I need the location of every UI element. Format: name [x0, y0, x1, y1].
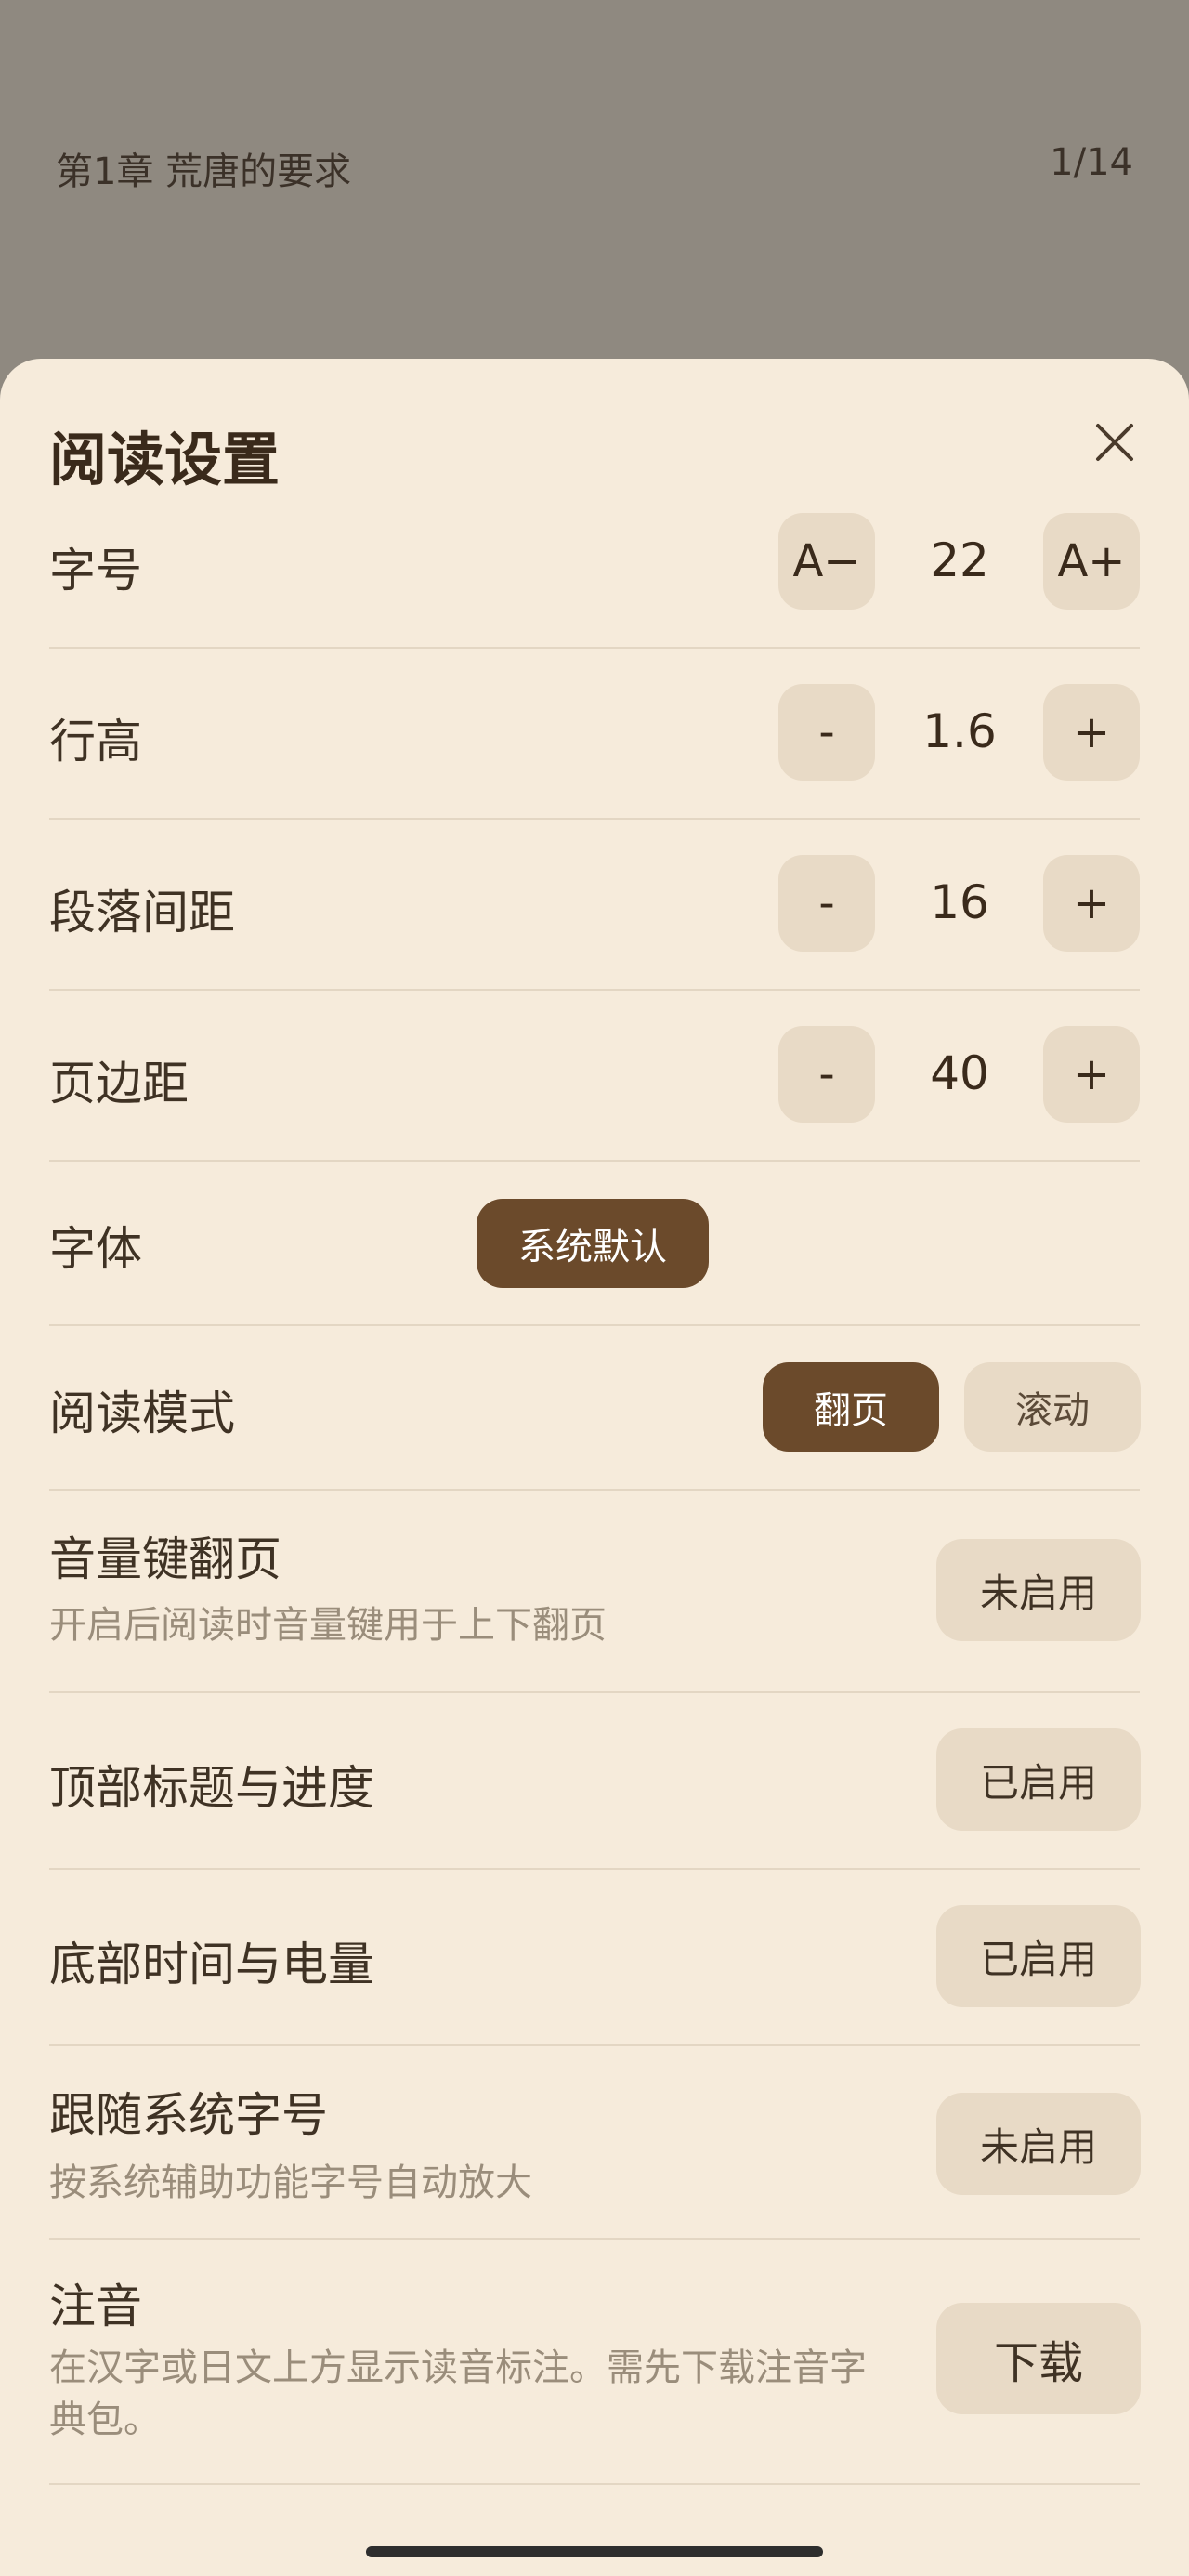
page-margin-decrease-button[interactable]: -: [778, 1026, 875, 1123]
bottom-time-row: 底部时间与电量 已启用: [49, 1870, 1141, 2046]
follow-system-font-toggle[interactable]: 未启用: [936, 2093, 1141, 2195]
line-height-row: 行高 - 1.6 +: [49, 649, 1140, 820]
home-indicator: [366, 2546, 823, 2557]
line-height-label: 行高: [49, 715, 142, 769]
font-size-value: 22: [930, 533, 989, 587]
top-title-row: 顶部标题与进度 已启用: [49, 1693, 1141, 1870]
follow-system-font-description: 按系统辅助功能字号自动放大: [49, 2162, 532, 2204]
line-height-value: 1.6: [922, 704, 997, 758]
paragraph-spacing-decrease-button[interactable]: -: [778, 855, 875, 952]
page-margin-row: 页边距 - 40 +: [49, 991, 1140, 1162]
line-height-decrease-button[interactable]: -: [778, 684, 875, 781]
paragraph-spacing-value: 16: [930, 875, 989, 929]
font-option-system-default[interactable]: 系统默认: [477, 1199, 709, 1288]
top-title-label: 顶部标题与进度: [49, 1761, 374, 1815]
page-margin-value: 40: [930, 1046, 989, 1100]
phonetic-description: 在汉字或日文上方显示读音标注。需先下载注音字典包。: [49, 2346, 867, 2441]
volume-key-description: 开启后阅读时音量键用于上下翻页: [49, 1604, 607, 1647]
font-size-increase-button[interactable]: A+: [1043, 513, 1140, 610]
follow-system-font-row: 跟随系统字号 按系统辅助功能字号自动放大 未启用: [49, 2046, 1141, 2240]
bottom-time-label: 底部时间与电量: [49, 1938, 374, 1991]
font-row: 字体 系统默认: [49, 1162, 1140, 1326]
phonetic-row: 注音 在汉字或日文上方显示读音标注。需先下载注音字典包。 下载: [49, 2240, 1141, 2485]
page-margin-label: 页边距: [49, 1057, 189, 1111]
paragraph-spacing-increase-button[interactable]: +: [1043, 855, 1140, 952]
font-size-label: 字号: [49, 544, 142, 598]
reading-settings-sheet: 阅读设置 字号 A− 22 A+ 行高 - 1.6 + 段落间距 - 16 + …: [0, 359, 1189, 2576]
phonetic-download-button[interactable]: 下载: [936, 2303, 1141, 2414]
follow-system-font-label: 跟随系统字号: [49, 2088, 328, 2142]
paragraph-spacing-row: 段落间距 - 16 +: [49, 820, 1140, 991]
reading-mode-row: 阅读模式 翻页 滚动: [49, 1326, 1141, 1491]
reading-mode-page-turn[interactable]: 翻页: [763, 1362, 939, 1452]
chapter-title: 第1章 荒唐的要求: [56, 151, 352, 193]
close-icon[interactable]: [1087, 414, 1143, 470]
line-height-increase-button[interactable]: +: [1043, 684, 1140, 781]
font-size-row: 字号 A− 22 A+: [49, 478, 1140, 649]
font-size-decrease-button[interactable]: A−: [778, 513, 875, 610]
volume-key-toggle[interactable]: 未启用: [936, 1539, 1141, 1641]
top-title-toggle[interactable]: 已启用: [936, 1728, 1141, 1831]
reading-mode-scroll[interactable]: 滚动: [964, 1362, 1141, 1452]
page-margin-increase-button[interactable]: +: [1043, 1026, 1140, 1123]
volume-key-row: 音量键翻页 开启后阅读时音量键用于上下翻页 未启用: [49, 1491, 1141, 1693]
page-indicator: 1/14: [1050, 141, 1133, 184]
reading-mode-label: 阅读模式: [49, 1387, 235, 1440]
font-label: 字体: [49, 1222, 142, 1276]
bottom-time-toggle[interactable]: 已启用: [936, 1905, 1141, 2007]
volume-key-label: 音量键翻页: [49, 1532, 281, 1586]
phonetic-label: 注音: [49, 2280, 142, 2333]
paragraph-spacing-label: 段落间距: [49, 886, 235, 940]
